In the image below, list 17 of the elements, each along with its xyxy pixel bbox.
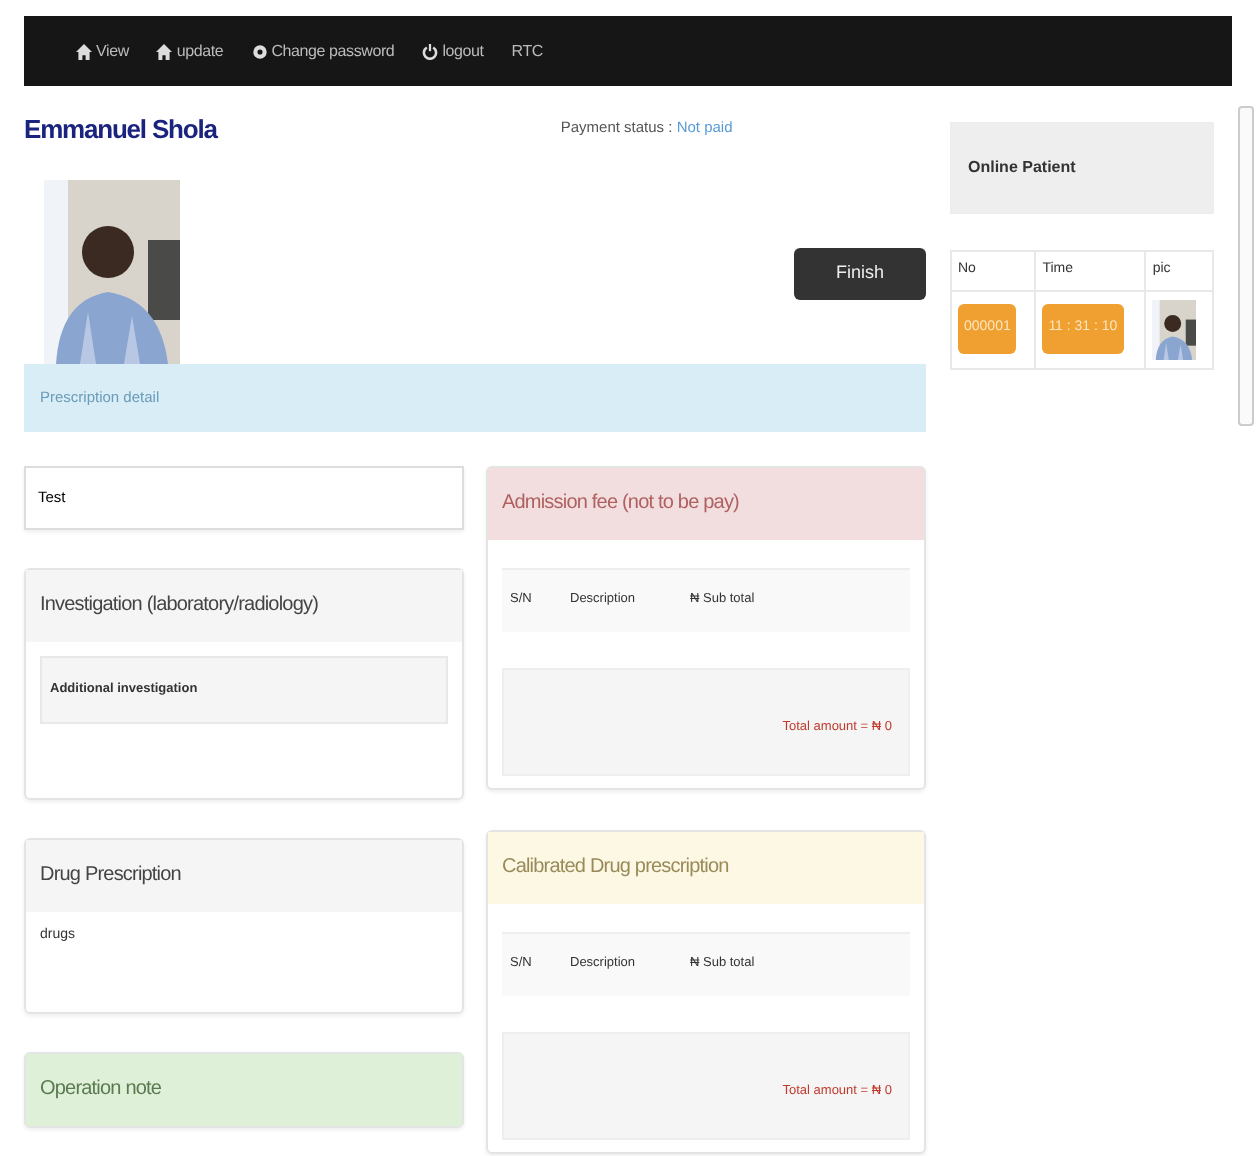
- nav-link[interactable]: Change password: [251, 39, 395, 63]
- nav-link[interactable]: RTC: [511, 39, 543, 63]
- nav-link[interactable]: logout: [422, 39, 484, 63]
- online-patient-title: Online Patient: [950, 122, 1214, 214]
- patient-name: Emmanuel Shola: [24, 112, 217, 148]
- nav-link[interactable]: View: [76, 39, 129, 63]
- panel-heading: Drug Prescription: [26, 839, 462, 911]
- panel-heading: Calibrated Drug prescription: [488, 831, 924, 903]
- home-icon: [156, 43, 173, 59]
- nav-link[interactable]: update: [156, 39, 224, 63]
- scrollbar[interactable]: [1238, 106, 1254, 426]
- panel-heading: Investigation (laboratory/radiology): [26, 569, 462, 641]
- panel-heading: Admission fee (not to be pay): [488, 467, 924, 539]
- home-icon: [76, 43, 92, 59]
- panel-heading: Operation note: [26, 1053, 462, 1125]
- finish-button[interactable]: Finish: [794, 247, 926, 299]
- power-icon: [422, 43, 439, 59]
